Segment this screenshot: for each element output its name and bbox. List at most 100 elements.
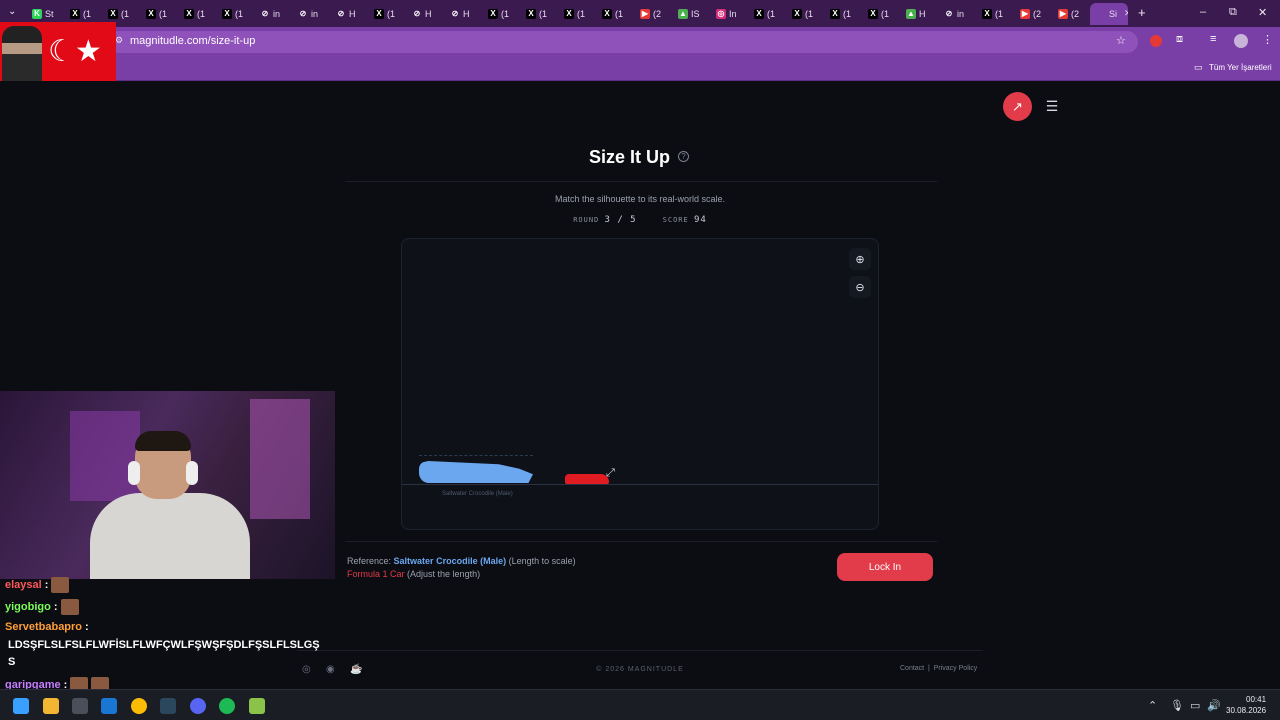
browser-tab[interactable]: ⊘ in — [938, 3, 976, 25]
lock-in-button[interactable]: Lock In — [837, 553, 933, 581]
browser-tab[interactable]: X (1 — [786, 3, 824, 25]
folder-icon: ▭ — [1194, 62, 1203, 72]
browser-tab[interactable]: ▶ (2 — [1014, 3, 1052, 25]
tab-favicon-icon: ▶ — [640, 8, 650, 19]
reference-prefix: Reference: — [347, 556, 392, 566]
contact-link[interactable]: Contact — [900, 665, 924, 672]
browser-tab[interactable]: ⊘ H — [330, 3, 368, 25]
browser-tab[interactable]: ▲ IS — [672, 3, 710, 25]
browser-tab[interactable]: X (1 — [596, 3, 634, 25]
store-icon[interactable] — [72, 698, 88, 714]
reference-suffix: (Length to scale) — [508, 556, 576, 566]
chrome-icon[interactable] — [131, 698, 147, 714]
zoom-in-button[interactable]: ⊕ — [849, 248, 871, 270]
outlook-icon[interactable] — [101, 698, 117, 714]
target-suffix: (Adjust the length) — [407, 569, 481, 579]
tab-favicon-icon — [1096, 8, 1106, 19]
streamer-figure — [90, 431, 250, 579]
tab-label: (1 — [83, 8, 92, 19]
url-bar[interactable]: ⚙ magnitudle.com/size-it-up ☆ — [108, 31, 1138, 53]
tab-label: (1 — [881, 8, 890, 19]
bookmark-star-icon[interactable]: ☆ — [1116, 34, 1126, 47]
tab-favicon-icon: ◎ — [716, 8, 726, 19]
taskbar-clock[interactable]: 00:41 30.08.2026 — [1226, 694, 1266, 716]
browser-tab[interactable]: X (1 — [748, 3, 786, 25]
crescent-star-icon: ☾★ — [48, 35, 102, 68]
f1-car-silhouette[interactable] — [565, 474, 609, 484]
crocodile-silhouette — [419, 461, 533, 483]
browser-tab[interactable]: X (1 — [482, 3, 520, 25]
minimize-icon[interactable]: – — [1200, 6, 1206, 18]
zoom-out-icon: ⊖ — [855, 281, 865, 294]
browser-tab[interactable]: ▶ (2 — [634, 3, 672, 25]
browser-tab[interactable]: ⊘ H — [406, 3, 444, 25]
browser-tab[interactable]: X (1 — [520, 3, 558, 25]
browser-tab[interactable]: Si ✕ — [1090, 2, 1128, 25]
tab-label: (1 — [577, 8, 586, 19]
browser-tab[interactable]: ⊘ H — [444, 3, 482, 25]
tab-label: in — [273, 8, 281, 19]
browser-tab[interactable]: X (1 — [178, 3, 216, 25]
browser-tab[interactable]: ▲ H — [900, 3, 938, 25]
close-tab-icon[interactable]: ✕ — [1124, 8, 1128, 19]
round-label: ROUND — [573, 216, 600, 224]
hamburger-menu-button[interactable]: ☰ — [1040, 92, 1064, 121]
discord-icon[interactable] — [190, 698, 206, 714]
chat-message: yigobigo: — [5, 599, 79, 615]
microphone-icon[interactable]: 🎙 — [1170, 699, 1184, 712]
puzzle-icon[interactable]: ⧈ — [1176, 33, 1183, 46]
tab-favicon-icon: ▶ — [1020, 8, 1030, 19]
tab-label: (2 — [653, 8, 662, 19]
spotify-icon[interactable] — [219, 698, 235, 714]
site-info-icon[interactable]: ⚙ — [115, 35, 123, 46]
kebab-menu-icon[interactable]: ⋮ — [1262, 33, 1273, 46]
browser-tab[interactable]: ▶ (2 — [1052, 3, 1090, 25]
browser-tab[interactable]: ⊘ in — [254, 3, 292, 25]
tab-favicon-icon: X — [374, 8, 384, 19]
all-bookmarks-link[interactable]: Tüm Yer İşaretleri — [1209, 63, 1272, 72]
tray-chevron-icon[interactable]: ⌃ — [1148, 699, 1157, 712]
tab-label: H — [349, 8, 356, 19]
url-text[interactable]: magnitudle.com/size-it-up — [130, 35, 255, 47]
tab-label: H — [919, 8, 926, 19]
chat-message: elaysal: — [5, 577, 70, 593]
stats-trend-button[interactable]: ↗ — [1003, 92, 1032, 121]
help-icon[interactable]: ? — [678, 151, 689, 162]
close-window-icon[interactable]: ✕ — [1258, 6, 1267, 19]
resize-handle-icon[interactable]: ⤢ — [606, 467, 615, 480]
chat-emote-icon — [60, 599, 79, 615]
profile-avatar[interactable] — [1234, 34, 1248, 48]
privacy-policy-link[interactable]: Privacy Policy — [934, 665, 978, 672]
tab-search-chevron-icon[interactable]: ⌄ — [8, 6, 16, 17]
new-tab-plus-icon[interactable]: + — [1138, 5, 1146, 20]
browser-tab[interactable]: X (1 — [558, 3, 596, 25]
zoom-in-icon: ⊕ — [855, 253, 865, 266]
tab-favicon-icon: X — [564, 8, 574, 19]
trend-up-icon: ↗ — [1012, 98, 1023, 114]
portrait-figure — [2, 26, 42, 82]
browser-tab[interactable]: X (1 — [140, 3, 178, 25]
steam-icon[interactable] — [160, 698, 176, 714]
browser-tab[interactable]: ◎ In — [710, 3, 748, 25]
zoom-out-button[interactable]: ⊖ — [849, 276, 871, 298]
windows-start-icon[interactable] — [13, 698, 29, 714]
file-explorer-icon[interactable] — [43, 698, 59, 714]
browser-tab[interactable]: X (1 — [824, 3, 862, 25]
network-icon[interactable]: ▭ — [1190, 699, 1200, 712]
chat-username: elaysal — [5, 578, 42, 591]
media-icon[interactable]: ≡ — [1210, 33, 1216, 45]
target-name: Formula 1 Car — [347, 569, 405, 579]
tab-label: (1 — [805, 8, 814, 19]
game-app-icon[interactable] — [249, 698, 265, 714]
browser-tab[interactable]: X (1 — [976, 3, 1014, 25]
game-canvas[interactable]: ⊕ ⊖ ⤢ Saltwater Crocodile (Male) — [401, 238, 879, 530]
round-score-line: ROUND 3 / 5 SCORE 94 — [0, 215, 1280, 225]
browser-tab[interactable]: X (1 — [862, 3, 900, 25]
browser-tab[interactable]: X (1 — [368, 3, 406, 25]
extension-icon[interactable] — [1150, 35, 1162, 47]
browser-tab[interactable]: ⊘ in — [292, 3, 330, 25]
volume-icon[interactable]: 🔊 — [1207, 699, 1221, 712]
tab-label: (1 — [843, 8, 852, 19]
restore-icon[interactable]: ⧉ — [1229, 6, 1237, 19]
browser-tab[interactable]: X (1 — [216, 3, 254, 25]
